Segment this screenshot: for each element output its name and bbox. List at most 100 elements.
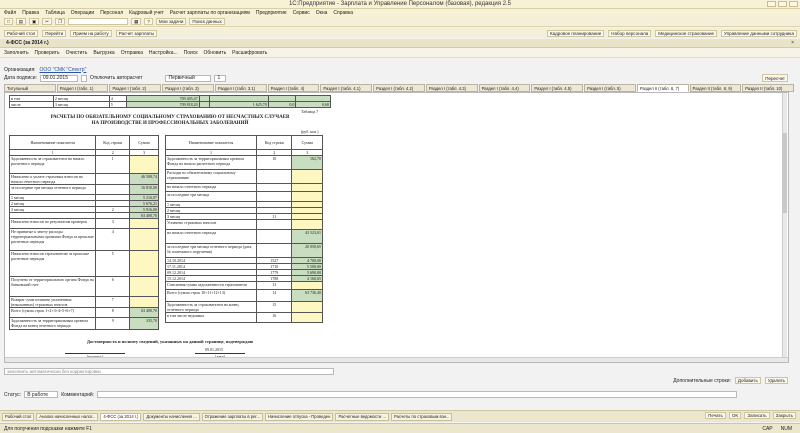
close-button[interactable]: Закрыть (772, 411, 796, 419)
menu-item[interactable]: Расчет зарплаты по организациям (170, 10, 250, 16)
amount-cell[interactable]: 20 050,65 (291, 243, 323, 258)
doc-toolbar-item[interactable]: Заполнить (4, 50, 29, 56)
new-icon[interactable]: □ (4, 18, 13, 25)
my-tasks-button[interactable]: Мои задачи (155, 18, 187, 25)
amount-cell[interactable] (129, 228, 159, 251)
taskbar-item[interactable]: Отражение зарплаты в рег... (201, 412, 263, 421)
amount-cell[interactable] (291, 169, 323, 184)
save-icon[interactable]: ▣ (28, 18, 40, 25)
taskbar-item[interactable]: Начисление отпуска - Проведен (264, 412, 334, 421)
menu-item[interactable]: Персонал (100, 10, 123, 16)
table-cell[interactable] (198, 101, 211, 108)
help-icon[interactable]: ? (144, 18, 153, 25)
goto-button[interactable]: Перейти (42, 29, 67, 37)
menu-item[interactable]: Справка (333, 10, 353, 16)
amount-cell[interactable] (291, 301, 323, 313)
amount-cell[interactable] (291, 191, 323, 202)
amount-cell[interactable]: 63 400,70 (129, 307, 159, 318)
doc-toolbar-item[interactable]: Поиск (184, 50, 198, 56)
status-select[interactable]: В работе (24, 391, 59, 398)
staff-planning-button[interactable]: Кадровое планирование (546, 29, 605, 37)
taskbar-item[interactable]: Рабочий стол (2, 412, 35, 421)
tab-section[interactable]: Раздел II (табл. 10) (742, 84, 795, 92)
amount-cell[interactable] (291, 312, 323, 323)
tab-section[interactable]: Раздел I (табл. 3.1) (214, 84, 267, 92)
taskbar-item[interactable]: Расчетные ведомости ... (335, 412, 389, 421)
doc-toolbar-item[interactable]: Выгрузка (93, 50, 114, 56)
autocalc-checkbox[interactable] (80, 74, 87, 82)
doc-toolbar-item[interactable]: Очистить (66, 50, 88, 56)
amount-cell[interactable]: 335,70 (129, 317, 159, 330)
tab-section[interactable]: Раздел I (табл. 4.2) (373, 84, 425, 92)
tab-section[interactable]: Раздел I (табл. 4) (267, 84, 320, 92)
recruiting-button[interactable]: Набор персонала (608, 29, 652, 37)
table-cell[interactable]: 709 818,20 (126, 101, 200, 108)
amount-cell[interactable] (291, 281, 323, 290)
menu-item[interactable]: Кадровый учет (129, 10, 164, 16)
tab-section[interactable]: Раздел II (табл. 6, 7) (636, 84, 689, 92)
cut-icon[interactable]: ✂ (42, 18, 53, 25)
amount-cell[interactable] (129, 296, 159, 308)
desktop-button[interactable]: Рабочий стол (4, 29, 39, 37)
taskbar-item[interactable]: 4-ФСС (за 2014 г.) (100, 412, 142, 421)
tab-section[interactable]: Раздел I (табл. 1) (56, 84, 109, 92)
search-data-button[interactable]: Поиск данных (189, 18, 225, 25)
menu-item[interactable]: Операции (71, 10, 94, 16)
tab-section[interactable]: Титульный (4, 84, 56, 92)
amount-cell[interactable]: 162,70 (291, 155, 323, 170)
copy-icon[interactable]: ❐ (55, 18, 66, 25)
amount-cell[interactable] (129, 155, 159, 174)
doc-toolbar-item[interactable]: Обновить (204, 50, 227, 56)
organization-link[interactable]: ООО "СМК "Спектр" (40, 67, 87, 73)
minimize-button[interactable] (767, 1, 776, 7)
taskbar-item[interactable]: Анализ начисленных налог... (36, 412, 99, 421)
amount-cell[interactable] (291, 183, 323, 192)
tab-section[interactable]: Раздел I (табл. 4.4) (478, 84, 531, 92)
comment-input[interactable] (97, 391, 738, 398)
delete-line-button[interactable]: Удалить (764, 377, 788, 384)
amount-cell[interactable] (129, 218, 159, 229)
tab-section[interactable]: Раздел I (табл. 4.1) (320, 84, 373, 92)
taskbar-item[interactable]: Расчеты по страховым взн... (390, 412, 453, 421)
payroll-button[interactable]: Расчет зарплаты (115, 29, 158, 37)
menu-item[interactable]: Сервис (293, 10, 310, 16)
horizontal-scrollbar[interactable] (5, 357, 788, 362)
amount-cell[interactable] (291, 219, 323, 230)
page-input[interactable]: 1 (214, 74, 227, 82)
open-icon[interactable]: ▤ (15, 18, 26, 25)
table-cell[interactable]: 0,0 (267, 101, 297, 108)
employee-data-button[interactable]: Управление данными сотрудника (721, 29, 797, 37)
tab-section[interactable]: Раздел I (табл. 4.5) (531, 84, 584, 92)
amount-cell[interactable] (129, 250, 159, 277)
amount-cell[interactable]: 63 736,40 (291, 289, 323, 302)
form-type-select[interactable]: Первичный (165, 74, 212, 82)
ok-button[interactable]: OK (728, 411, 742, 419)
amount-cell[interactable]: 43 523,01 (291, 229, 323, 244)
medical-insurance-button[interactable]: Медицинское страхование (655, 29, 718, 37)
amount-cell[interactable]: 16 810,00 (129, 184, 159, 195)
doc-toolbar-item[interactable]: Отправка (121, 50, 143, 56)
search-input[interactable] (68, 18, 129, 25)
tab-section[interactable]: Раздел I (табл. 4.3) (425, 84, 478, 92)
hire-button[interactable]: Прием на работу (70, 29, 112, 37)
maximize-button[interactable] (778, 1, 787, 7)
tab-section[interactable]: Раздел I (табл. 5) (584, 84, 636, 92)
menu-item[interactable]: Правка (22, 10, 39, 16)
menu-item[interactable]: Таблица (45, 10, 65, 16)
menu-item[interactable]: Окна (316, 10, 328, 16)
recalc-button[interactable]: Пересчет (762, 74, 788, 82)
vertical-scrollbar[interactable] (782, 93, 787, 362)
tab-section[interactable]: Раздел I (табл. 2) (109, 84, 162, 92)
doc-toolbar-item[interactable]: Проверить (35, 50, 60, 56)
close-icon[interactable]: × (791, 40, 794, 46)
doc-toolbar-item[interactable]: Расшифровать (232, 50, 267, 56)
menu-item[interactable]: Предприятие (256, 10, 287, 16)
hint-field[interactable]: заполнить автоматически без корректировк… (4, 368, 334, 375)
tab-section[interactable]: Раздел I (табл. 3) (162, 84, 214, 92)
scroll-thumb[interactable] (783, 133, 787, 213)
table-cell[interactable]: 0,60 (295, 101, 331, 108)
doc-toolbar-item[interactable]: Настройка... (149, 50, 178, 56)
print-button[interactable]: Печать (705, 411, 726, 419)
add-line-button[interactable]: Добавить (734, 377, 761, 384)
tab-section[interactable]: Раздел II (табл. 8, 9) (689, 84, 742, 92)
